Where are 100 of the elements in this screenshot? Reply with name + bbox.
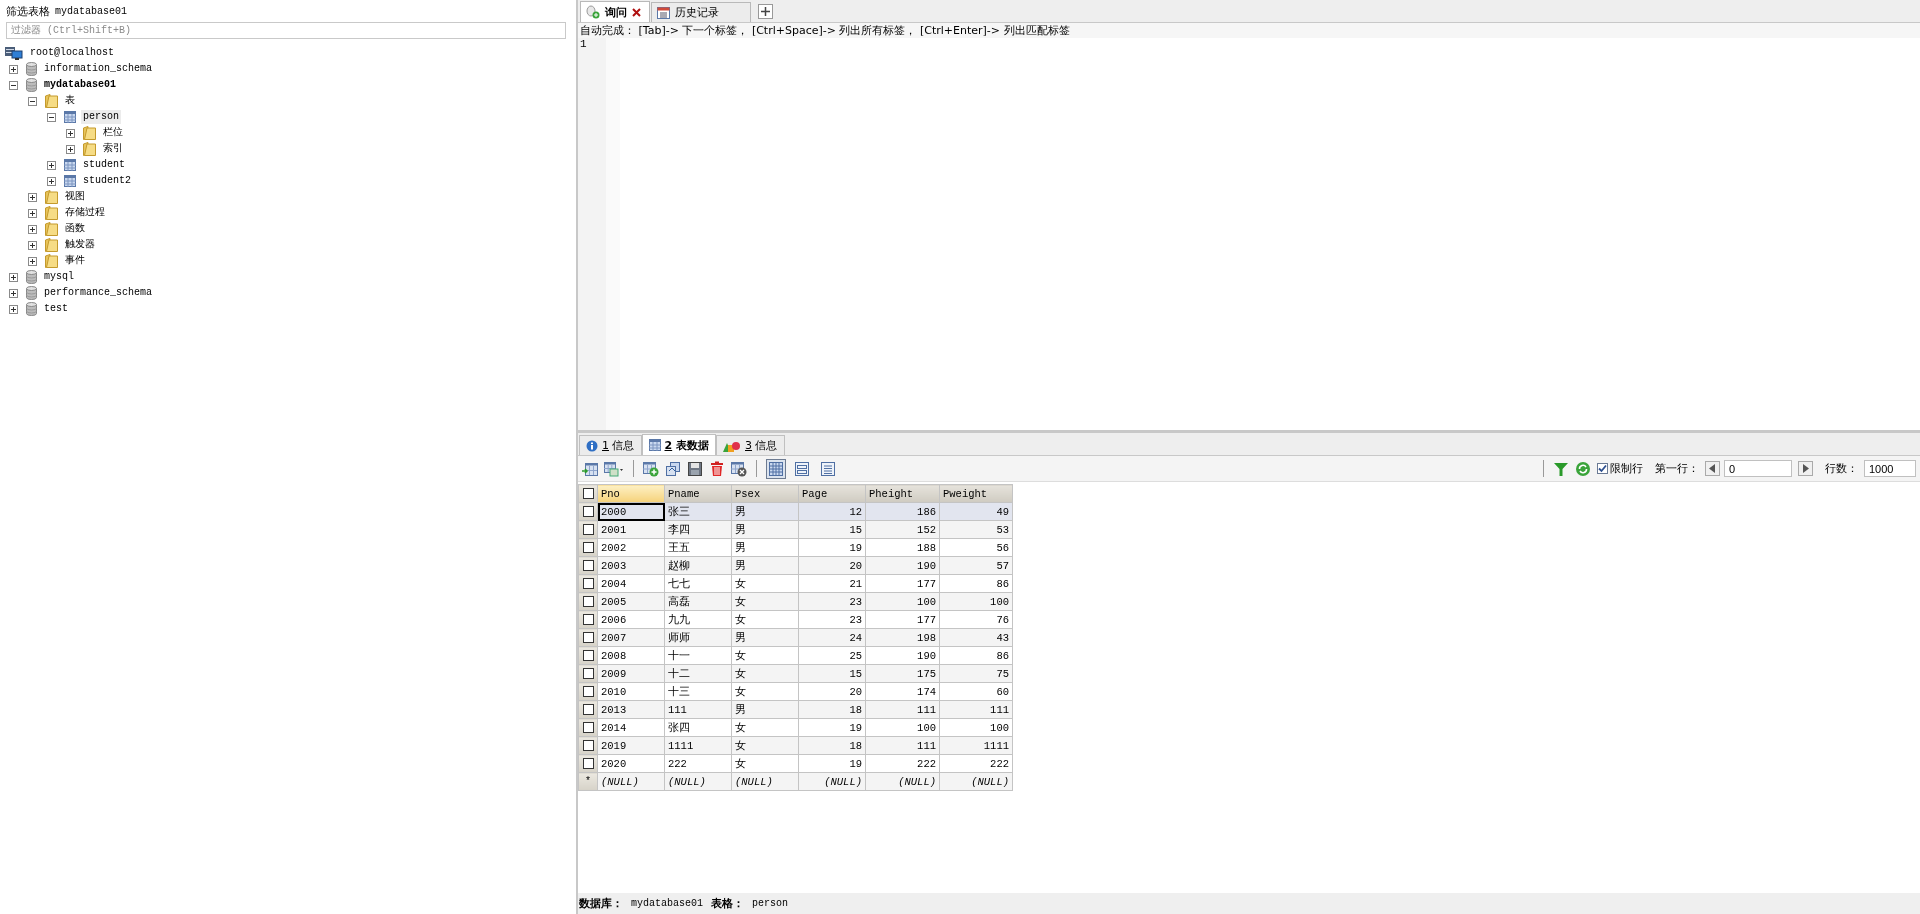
column-header[interactable]: Pweight bbox=[939, 484, 1013, 503]
tree-item[interactable]: 视图 bbox=[63, 190, 87, 204]
table-icon bbox=[64, 111, 76, 123]
next-button[interactable] bbox=[1798, 461, 1813, 476]
collapse-icon[interactable] bbox=[28, 96, 37, 106]
folder-icon bbox=[45, 222, 58, 236]
table-cell: 2020 bbox=[597, 754, 665, 773]
expand-icon[interactable] bbox=[9, 272, 18, 282]
info-icon bbox=[586, 439, 598, 452]
tree-item[interactable]: student2 bbox=[81, 174, 133, 188]
row-checkbox[interactable] bbox=[582, 704, 594, 716]
table-cell: 女 bbox=[731, 646, 799, 665]
collapse-icon[interactable] bbox=[9, 80, 18, 90]
select-all-checkbox[interactable] bbox=[582, 488, 594, 500]
tree-item[interactable]: root@localhost bbox=[28, 46, 116, 60]
calendar-icon bbox=[657, 6, 670, 19]
table-cell: 十一 bbox=[664, 646, 732, 665]
previous-button[interactable] bbox=[1705, 461, 1720, 476]
table-cell: 十三 bbox=[664, 682, 732, 701]
tree-item[interactable]: 索引 bbox=[101, 142, 125, 156]
row-checkbox[interactable] bbox=[582, 578, 594, 590]
table-cell: 2002 bbox=[597, 538, 665, 557]
tree-item[interactable]: 触发器 bbox=[63, 238, 97, 252]
table-delete-icon[interactable] bbox=[731, 460, 747, 477]
tree-item[interactable]: performance_schema bbox=[42, 286, 155, 300]
column-header[interactable]: Pname bbox=[664, 484, 732, 503]
expand-icon[interactable] bbox=[28, 240, 37, 250]
filter-icon[interactable] bbox=[1553, 460, 1569, 477]
tree-item[interactable]: 栏位 bbox=[101, 126, 125, 140]
expand-icon[interactable] bbox=[28, 192, 37, 202]
row-checkbox[interactable] bbox=[582, 650, 594, 662]
table-dropdown-icon[interactable] bbox=[604, 460, 624, 477]
tree-item[interactable]: mydatabase01 bbox=[42, 78, 118, 92]
tree-item[interactable]: mysql bbox=[42, 270, 76, 284]
table-cell: 2008 bbox=[597, 646, 665, 665]
row-checkbox[interactable] bbox=[582, 560, 594, 572]
column-header[interactable]: Pheight bbox=[865, 484, 940, 503]
row-checkbox[interactable] bbox=[582, 542, 594, 554]
expand-icon[interactable] bbox=[28, 208, 37, 218]
first-row-field[interactable]: 0 bbox=[1724, 460, 1792, 477]
tree-item[interactable]: student bbox=[81, 158, 127, 172]
tree-item[interactable]: 表 bbox=[63, 94, 77, 108]
expand-icon[interactable] bbox=[9, 64, 18, 74]
save-icon[interactable] bbox=[687, 460, 703, 477]
result-tab[interactable]: 3 信息 bbox=[716, 435, 785, 455]
tree-item[interactable]: information_schema bbox=[42, 62, 155, 76]
folder-icon bbox=[45, 190, 58, 204]
limit-rows-label: 限制行 bbox=[1610, 461, 1643, 476]
row-checkbox[interactable] bbox=[582, 758, 594, 770]
filter-field[interactable]: 过滤器 (Ctrl+Shift+B) bbox=[6, 22, 566, 39]
table-cell: 女 bbox=[731, 754, 799, 773]
column-header[interactable]: Pno bbox=[597, 484, 665, 503]
column-header[interactable]: Page bbox=[798, 484, 866, 503]
collapse-icon[interactable] bbox=[47, 112, 56, 122]
database-icon bbox=[26, 302, 37, 316]
column-header[interactable]: Psex bbox=[731, 484, 799, 503]
table-cell: 女 bbox=[731, 682, 799, 701]
trash-icon[interactable] bbox=[709, 460, 725, 477]
expand-icon[interactable] bbox=[66, 128, 75, 138]
expand-icon[interactable] bbox=[47, 176, 56, 186]
database-icon bbox=[26, 286, 37, 300]
row-checkbox[interactable] bbox=[582, 740, 594, 752]
expand-icon[interactable] bbox=[9, 288, 18, 298]
folder-icon bbox=[83, 142, 96, 156]
expand-icon[interactable] bbox=[66, 144, 75, 154]
tree-item[interactable]: 存储过程 bbox=[63, 206, 107, 220]
expand-icon[interactable] bbox=[28, 224, 37, 234]
result-tab[interactable]: 1 信息 bbox=[579, 435, 642, 455]
tree-item[interactable]: 事件 bbox=[63, 254, 87, 268]
table-add-icon[interactable] bbox=[643, 460, 659, 477]
row-checkbox[interactable] bbox=[582, 596, 594, 608]
row-count-field[interactable]: 1000 bbox=[1864, 460, 1916, 477]
expand-icon[interactable] bbox=[28, 256, 37, 266]
new-tab-button[interactable] bbox=[758, 4, 773, 19]
close-icon[interactable] bbox=[632, 7, 641, 17]
row-checkbox[interactable] bbox=[582, 524, 594, 536]
table-icon bbox=[64, 159, 76, 171]
refresh-icon[interactable] bbox=[1575, 460, 1591, 477]
copy-icon[interactable] bbox=[665, 460, 681, 477]
grid-view-button[interactable] bbox=[766, 458, 786, 479]
row-checkbox[interactable] bbox=[582, 722, 594, 734]
table-cell: 张四 bbox=[664, 718, 732, 737]
tree-item[interactable]: test bbox=[42, 302, 70, 316]
expand-icon[interactable] bbox=[47, 160, 56, 170]
right-arrow-icon bbox=[1802, 464, 1809, 473]
row-checkbox[interactable] bbox=[582, 668, 594, 680]
result-tab[interactable]: 2 表数据 bbox=[641, 434, 716, 455]
row-checkbox[interactable] bbox=[582, 614, 594, 626]
first-row-label: 第一行： bbox=[1655, 461, 1699, 476]
row-checkbox[interactable] bbox=[582, 506, 594, 518]
row-checkbox[interactable] bbox=[582, 632, 594, 644]
row-count-label: 行数： bbox=[1825, 461, 1858, 476]
limit-rows-checkbox[interactable] bbox=[1597, 463, 1608, 474]
tree-item[interactable]: 函数 bbox=[63, 222, 87, 236]
folder-icon bbox=[45, 254, 58, 268]
editor-tab[interactable]: 询问 bbox=[580, 1, 650, 22]
expand-icon[interactable] bbox=[9, 304, 18, 314]
tree-item[interactable]: person bbox=[81, 110, 121, 124]
editor-tab[interactable]: 历史记录 bbox=[651, 2, 751, 22]
row-checkbox[interactable] bbox=[582, 686, 594, 698]
